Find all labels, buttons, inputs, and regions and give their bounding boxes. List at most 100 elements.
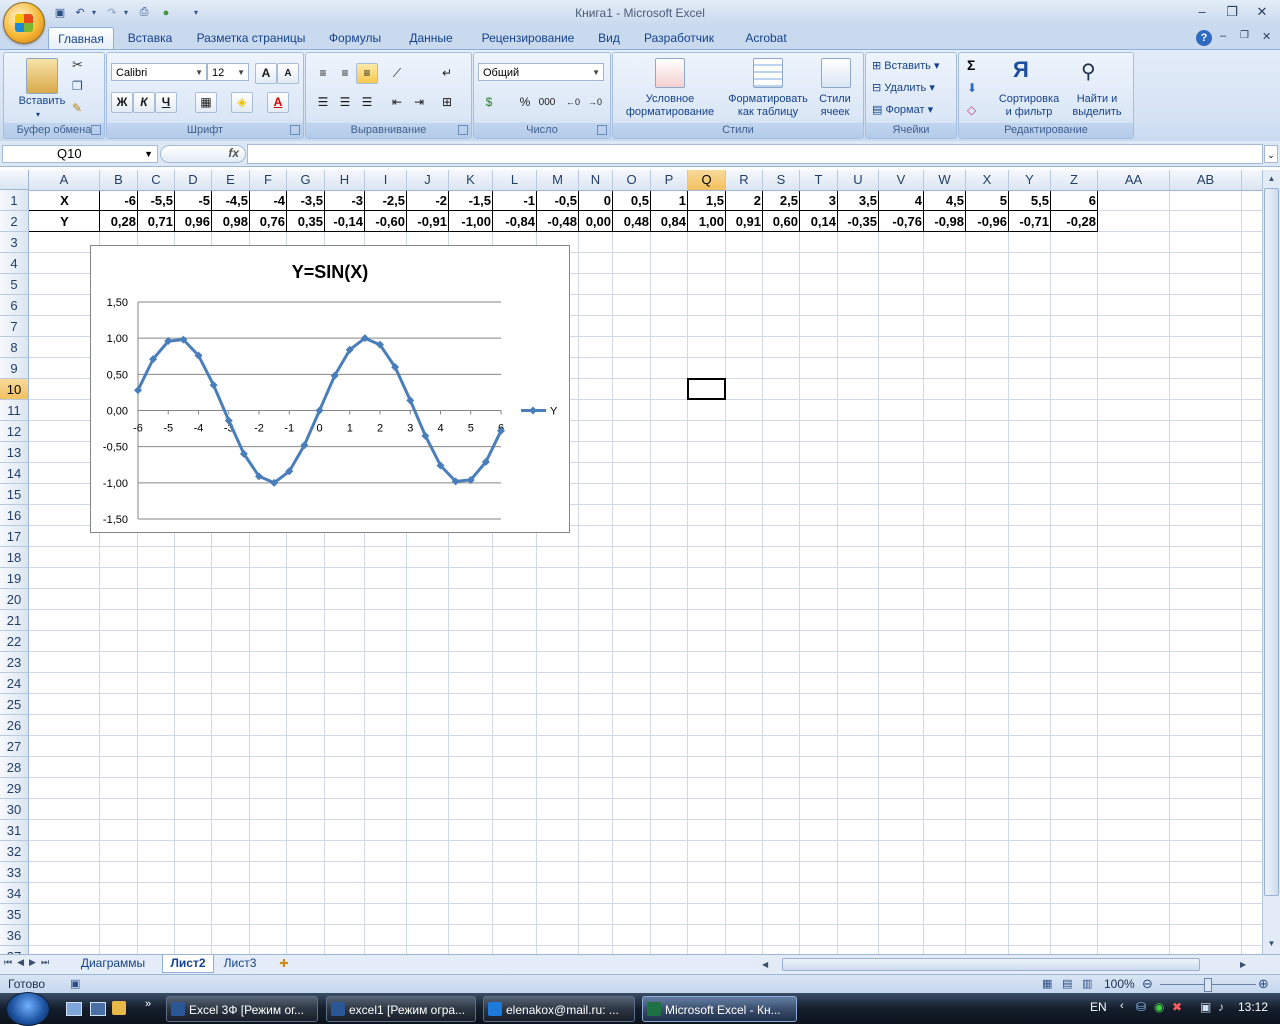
paste-dropdown-icon[interactable]: ▾ [36, 108, 40, 121]
row-header[interactable]: 10 [0, 379, 29, 400]
tab-4[interactable]: Данные [396, 27, 466, 49]
find-select-line1[interactable]: Найти и [1065, 93, 1129, 106]
zoom-in-icon[interactable]: ⊕ [1258, 976, 1269, 992]
table-cell[interactable]: 1 [651, 190, 688, 211]
table-cell[interactable]: -0,98 [924, 211, 966, 232]
row-header[interactable]: 1 [0, 190, 29, 211]
table-cell[interactable]: -4 [250, 190, 287, 211]
table-cell[interactable]: -3,5 [287, 190, 325, 211]
row-header[interactable]: 7 [0, 316, 29, 337]
column-header[interactable]: Z [1051, 170, 1098, 190]
row-header[interactable]: 23 [0, 652, 29, 673]
italic-button[interactable]: К [133, 92, 155, 113]
tray-network-icon[interactable]: ⛁ [1136, 1000, 1146, 1014]
column-header[interactable]: W [924, 170, 966, 190]
cell-styles-line1[interactable]: Стили [811, 93, 859, 106]
row-header[interactable]: 36 [0, 925, 29, 946]
align-middle-icon[interactable]: ≡ [334, 63, 356, 84]
row-header[interactable]: 9 [0, 358, 29, 379]
font-size-combo[interactable]: 12 ▼ [207, 63, 249, 81]
column-header[interactable]: N [579, 170, 613, 190]
column-header[interactable]: T [800, 170, 838, 190]
column-header[interactable]: Q [688, 170, 726, 190]
table-cell[interactable]: 4,5 [924, 190, 966, 211]
merge-center-icon[interactable]: ⊞ [436, 92, 458, 113]
column-header[interactable]: G [287, 170, 325, 190]
column-header[interactable]: J [407, 170, 449, 190]
increase-indent-icon[interactable]: ⇥ [408, 92, 430, 113]
column-header[interactable]: V [879, 170, 924, 190]
currency-format-icon[interactable]: $ [478, 92, 500, 113]
conditional-formatting-line2[interactable]: форматирование [615, 106, 725, 119]
formula-input[interactable] [247, 144, 1263, 164]
decrease-decimal-icon[interactable]: →0 [584, 92, 606, 113]
table-cell[interactable]: 3 [800, 190, 838, 211]
align-right-icon[interactable]: ☰ [356, 92, 378, 113]
table-cell[interactable]: -6 [100, 190, 138, 211]
page-layout-view-icon[interactable]: ▤ [1062, 977, 1072, 990]
switch-windows-icon[interactable] [90, 1002, 106, 1016]
row-header[interactable]: 4 [0, 253, 29, 274]
row-header[interactable]: 35 [0, 904, 29, 925]
row-header[interactable]: 26 [0, 715, 29, 736]
tab-6[interactable]: Вид [590, 27, 628, 49]
column-header[interactable]: D [175, 170, 212, 190]
row-header[interactable]: 34 [0, 883, 29, 904]
table-cell[interactable]: -1,00 [449, 211, 493, 232]
office-button[interactable] [3, 2, 45, 44]
insert-function-icon[interactable]: fx [228, 146, 239, 160]
column-header[interactable]: B [100, 170, 138, 190]
quicklaunch-more-icon[interactable]: » [145, 998, 151, 1010]
row-header[interactable]: 30 [0, 799, 29, 820]
cell-styles-line2[interactable]: ячеек [811, 106, 859, 119]
clear-icon[interactable]: ◇ [967, 103, 976, 117]
row-header[interactable]: 13 [0, 442, 29, 463]
sheet-tab[interactable]: Лист2 [162, 955, 214, 973]
paste-button[interactable]: Вставить [10, 95, 74, 108]
scroll-right-icon[interactable]: ▶ [1240, 957, 1246, 972]
column-header[interactable]: A [29, 170, 100, 190]
number-launcher-icon[interactable] [597, 125, 607, 135]
close-button[interactable]: ✕ [1250, 3, 1274, 21]
tray-expand-icon[interactable]: ‹ [1120, 1000, 1124, 1012]
table-cell[interactable]: -5 [175, 190, 212, 211]
font-launcher-icon[interactable] [290, 125, 300, 135]
table-cell[interactable]: 0,28 [100, 211, 138, 232]
table-cell[interactable]: 1,00 [688, 211, 726, 232]
tab-1[interactable]: Вставка [114, 27, 186, 49]
volume-icon[interactable]: ♪ [1218, 1000, 1224, 1014]
row-header[interactable]: 21 [0, 610, 29, 631]
sheet-nav-icons[interactable]: ⏮◀▶⏭ [4, 957, 54, 968]
fill-icon[interactable]: ⬇ [967, 81, 977, 95]
select-all-button[interactable] [0, 170, 29, 190]
row-header[interactable]: 33 [0, 862, 29, 883]
column-header[interactable]: R [726, 170, 763, 190]
column-header[interactable]: I [365, 170, 407, 190]
column-header[interactable]: C [138, 170, 175, 190]
tray-app-icon[interactable]: ◉ [1154, 1000, 1164, 1014]
table-cell[interactable]: -0,76 [879, 211, 924, 232]
row-header[interactable]: 17 [0, 526, 29, 547]
workbook-close-icon[interactable]: ✕ [1262, 30, 1271, 43]
table-cell[interactable]: -0,84 [493, 211, 537, 232]
sheet-tab[interactable]: Диаграммы [68, 955, 158, 972]
table-cell[interactable]: 2 [726, 190, 763, 211]
table-cell[interactable]: -0,35 [838, 211, 879, 232]
align-bottom-icon[interactable]: ≡ [356, 63, 378, 84]
zoom-slider-handle[interactable] [1204, 978, 1212, 992]
row-header[interactable]: 24 [0, 673, 29, 694]
scroll-up-icon[interactable]: ▲ [1264, 171, 1279, 186]
start-button[interactable] [6, 992, 50, 1026]
table-cell[interactable]: -0,14 [325, 211, 365, 232]
workbook-minimize-icon[interactable]: – [1220, 30, 1226, 42]
table-cell[interactable]: -4,5 [212, 190, 250, 211]
column-header[interactable]: E [212, 170, 250, 190]
table-cell[interactable]: 0 [579, 190, 613, 211]
row-header[interactable]: 2 [0, 211, 29, 232]
thousands-button[interactable]: 000 [536, 92, 558, 113]
table-cell[interactable]: 0,84 [651, 211, 688, 232]
zoom-level[interactable]: 100% [1104, 977, 1135, 991]
percent-button[interactable]: % [514, 92, 536, 113]
table-cell[interactable]: -0,5 [537, 190, 579, 211]
taskbar-button[interactable]: Excel 3Ф [Режим ог... [166, 996, 318, 1022]
